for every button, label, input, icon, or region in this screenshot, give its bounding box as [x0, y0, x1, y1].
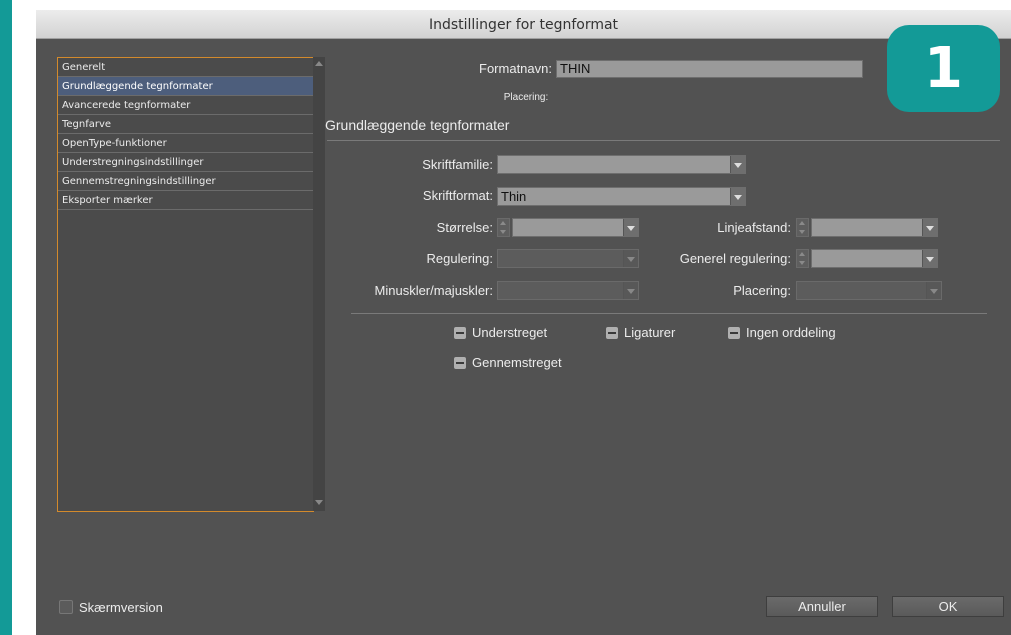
sidebar-item-character-color[interactable]: Tegnfarve [58, 115, 313, 134]
sidebar-item-basic-character-formats[interactable]: Grundlæggende tegnformater [58, 77, 313, 96]
size-label: Størrelse: [436, 220, 493, 235]
indeterminate-checkbox-icon[interactable] [454, 357, 466, 369]
kerning-label: Regulering: [426, 251, 494, 266]
position-label: Placering: [733, 283, 791, 298]
teal-edge-strip [0, 0, 12, 635]
strikethrough-checkbox[interactable]: Gennemstreget [454, 355, 562, 370]
sidebar-item-general[interactable]: Generelt [58, 58, 313, 77]
chevron-down-icon [922, 219, 937, 236]
sidebar-item-advanced-character-formats[interactable]: Avancerede tegnformater [58, 96, 313, 115]
stepper-up-icon[interactable] [500, 221, 506, 225]
stepper-down-icon[interactable] [799, 230, 805, 234]
stepper-up-icon[interactable] [799, 252, 805, 256]
font-family-label: Skriftfamilie: [422, 157, 493, 172]
size-dropdown[interactable] [512, 218, 639, 237]
tracking-label: Generel regulering: [679, 251, 791, 266]
chevron-down-icon [623, 282, 638, 299]
window-title: Indstillinger for tegnformat [428, 17, 619, 33]
case-dropdown[interactable] [497, 281, 639, 300]
dialog-window: Indstillinger for tegnformat 1 Generelt … [36, 10, 1011, 635]
step-number-badge: 1 [887, 25, 1000, 112]
category-list: Generelt Grundlæggende tegnformater Avan… [57, 57, 314, 512]
sidebar-item-strikethrough-options[interactable]: Gennemstregningsindstillinger [58, 172, 313, 191]
kerning-dropdown[interactable] [497, 249, 639, 268]
leading-dropdown[interactable] [811, 218, 938, 237]
page-margin [12, 0, 36, 635]
font-style-value: Thin [501, 189, 527, 204]
preview-checkbox[interactable]: Skærmversion [59, 600, 163, 615]
indeterminate-checkbox-icon[interactable] [728, 327, 740, 339]
sidebar-item-export-tagging[interactable]: Eksporter mærker [58, 191, 313, 210]
chevron-down-icon [730, 188, 745, 205]
font-family-dropdown[interactable] [497, 155, 746, 174]
strikethrough-label: Gennemstreget [472, 355, 562, 370]
indeterminate-checkbox-icon[interactable] [454, 327, 466, 339]
scroll-up-arrow-icon[interactable] [315, 61, 323, 66]
placement-info-label: Placering: [503, 92, 549, 103]
format-name-label: Formatnavn: [479, 61, 552, 76]
chevron-down-icon [623, 219, 638, 236]
preview-label: Skærmversion [79, 600, 163, 615]
checkbox-icon[interactable] [59, 600, 73, 614]
font-style-dropdown[interactable]: Thin [497, 187, 746, 206]
no-break-checkbox[interactable]: Ingen orddeling [728, 325, 836, 340]
no-break-label: Ingen orddeling [746, 325, 836, 340]
underline-label: Understreget [472, 325, 548, 340]
stepper-up-icon[interactable] [799, 221, 805, 225]
category-list-scrollbar[interactable] [313, 57, 325, 511]
cancel-button[interactable]: Annuller [766, 596, 878, 617]
ok-button[interactable]: OK [892, 596, 1004, 617]
underline-checkbox[interactable]: Understreget [454, 325, 547, 340]
ligatures-label: Ligaturer [624, 325, 676, 340]
sidebar-item-opentype-features[interactable]: OpenType-funktioner [58, 134, 313, 153]
scroll-down-arrow-icon[interactable] [315, 500, 323, 505]
case-label: Minuskler/majuskler: [374, 283, 493, 298]
ligatures-checkbox[interactable]: Ligaturer [606, 325, 675, 340]
chevron-down-icon [730, 156, 745, 173]
section-title: Grundlæggende tegnformater [325, 117, 510, 133]
sidebar-item-underline-options[interactable]: Understregningsindstillinger [58, 153, 313, 172]
stepper-down-icon[interactable] [500, 230, 506, 234]
chevron-down-icon [922, 250, 937, 267]
chevron-down-icon [926, 282, 941, 299]
section-divider [327, 140, 1000, 141]
format-name-input[interactable]: THIN [556, 60, 863, 78]
leading-stepper[interactable] [796, 218, 809, 237]
indeterminate-checkbox-icon[interactable] [606, 327, 618, 339]
position-dropdown[interactable] [796, 281, 942, 300]
tracking-dropdown[interactable] [811, 249, 938, 268]
leading-label: Linjeafstand: [717, 220, 791, 235]
tracking-stepper[interactable] [796, 249, 809, 268]
title-bar: Indstillinger for tegnformat [36, 10, 1011, 39]
size-stepper[interactable] [497, 218, 510, 237]
options-divider [351, 313, 987, 314]
stepper-down-icon[interactable] [799, 261, 805, 265]
font-style-label: Skriftformat: [422, 188, 493, 203]
